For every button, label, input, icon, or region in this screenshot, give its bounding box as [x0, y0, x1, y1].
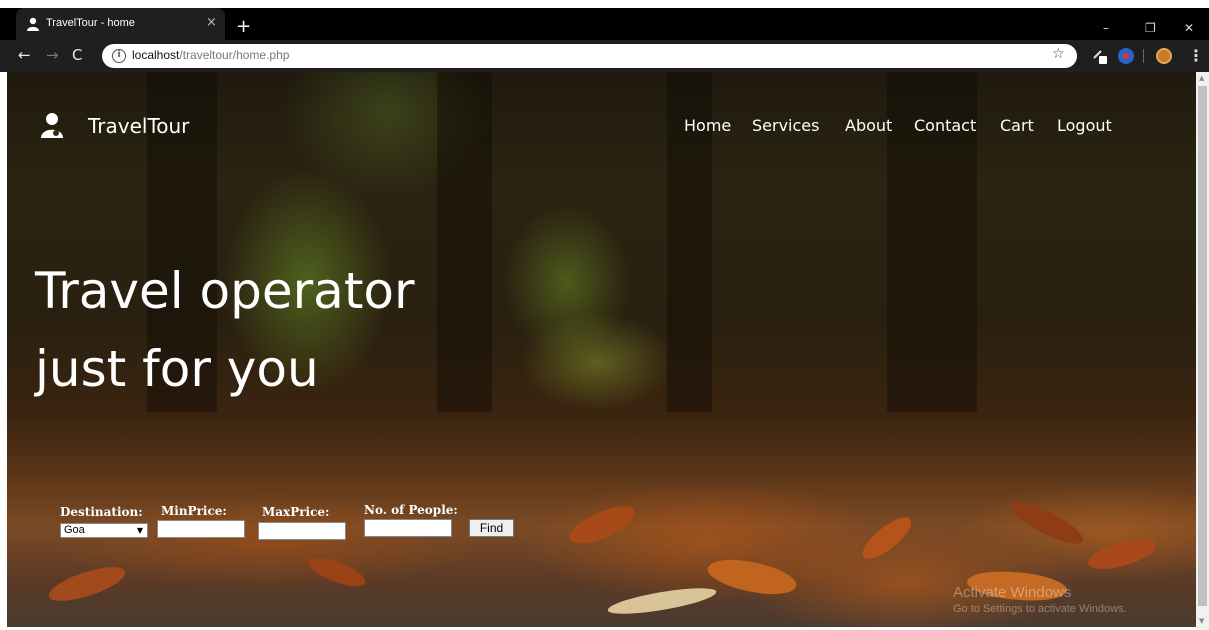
url-text[interactable]: localhost/traveltour/home.php	[132, 48, 289, 62]
hero-line-1: Travel operator	[35, 262, 415, 320]
leaf-shape	[564, 500, 640, 550]
nav-logout[interactable]: Logout	[1057, 116, 1112, 135]
new-tab-button[interactable]: +	[236, 18, 251, 36]
nav-about[interactable]: About	[845, 116, 892, 135]
info-icon[interactable]: i	[112, 49, 126, 63]
browser-toolbar: ← → C i localhost/traveltour/home.php ☆	[0, 40, 1209, 72]
leaf-shape	[1085, 534, 1159, 574]
nav-cart[interactable]: Cart	[1000, 116, 1034, 135]
nav-services[interactable]: Services	[752, 116, 819, 135]
browser-menu-icon[interactable]: ⋮	[1188, 46, 1204, 65]
nav-home[interactable]: Home	[684, 116, 731, 135]
page-scrollbar[interactable]: ▲ ▼	[1196, 72, 1209, 630]
leaf-shape	[856, 511, 918, 565]
address-bar[interactable]: i localhost/traveltour/home.php ☆	[102, 44, 1077, 68]
hero-heading: Travel operator just for you	[35, 252, 415, 408]
watermark-line-2: Go to Settings to activate Windows.	[953, 603, 1127, 615]
destination-selected-value: Goa	[64, 524, 85, 536]
minprice-label: MinPrice:	[161, 504, 227, 518]
forward-button[interactable]: →	[46, 47, 59, 63]
bookmark-star-icon[interactable]: ☆	[1052, 46, 1065, 62]
destination-select[interactable]: Goa ▼	[60, 523, 148, 538]
restore-button[interactable]: ❐	[1145, 21, 1156, 35]
leaf-shape	[305, 550, 369, 594]
leaf-shape	[1006, 493, 1088, 553]
leaf-shape	[704, 550, 800, 604]
nav-contact[interactable]: Contact	[914, 116, 976, 135]
minprice-input[interactable]	[157, 520, 245, 538]
scrollbar-thumb[interactable]	[1198, 86, 1207, 606]
leaf-shape	[45, 562, 129, 606]
browser-tab[interactable]: TravelTour - home ×	[16, 8, 225, 40]
destination-label: Destination:	[60, 505, 143, 519]
tab-strip: TravelTour - home × + – ❐ ✕	[0, 8, 1209, 40]
extension-icon[interactable]	[1092, 48, 1108, 64]
watermark-line-1: Activate Windows	[953, 584, 1072, 601]
minimize-button[interactable]: –	[1103, 21, 1109, 35]
url-host: localhost	[132, 48, 180, 62]
user-icon	[27, 17, 39, 31]
tab-title: TravelTour - home	[46, 17, 135, 29]
url-path: /traveltour/home.php	[179, 48, 290, 62]
scroll-up-arrow-icon[interactable]: ▲	[1199, 74, 1204, 82]
toolbar-divider	[1143, 49, 1144, 63]
tab-close-icon[interactable]: ×	[206, 15, 217, 30]
close-window-button[interactable]: ✕	[1184, 21, 1194, 35]
page-hero-background: TravelTour Home Services About Contact C…	[7, 72, 1196, 627]
find-button[interactable]: Find	[469, 519, 514, 537]
dropdown-arrow-icon: ▼	[136, 526, 143, 535]
scroll-down-arrow-icon[interactable]: ▼	[1199, 617, 1204, 625]
brand-name: TravelTour	[88, 114, 190, 138]
background-shape	[437, 72, 492, 412]
maxprice-label: MaxPrice:	[262, 505, 330, 519]
back-button[interactable]: ←	[18, 47, 31, 63]
hero-line-2: just for you	[35, 340, 319, 398]
user-icon	[41, 113, 63, 138]
maxprice-input[interactable]	[258, 522, 346, 540]
windows-activation-watermark: Activate Windows Go to Settings to activ…	[953, 584, 1127, 615]
people-label: No. of People:	[364, 503, 458, 517]
reload-button[interactable]: C	[72, 47, 82, 63]
extension-icon-2[interactable]	[1118, 48, 1134, 64]
profile-avatar[interactable]	[1156, 48, 1172, 64]
people-input[interactable]	[364, 519, 452, 537]
leaf-shape	[606, 584, 718, 618]
